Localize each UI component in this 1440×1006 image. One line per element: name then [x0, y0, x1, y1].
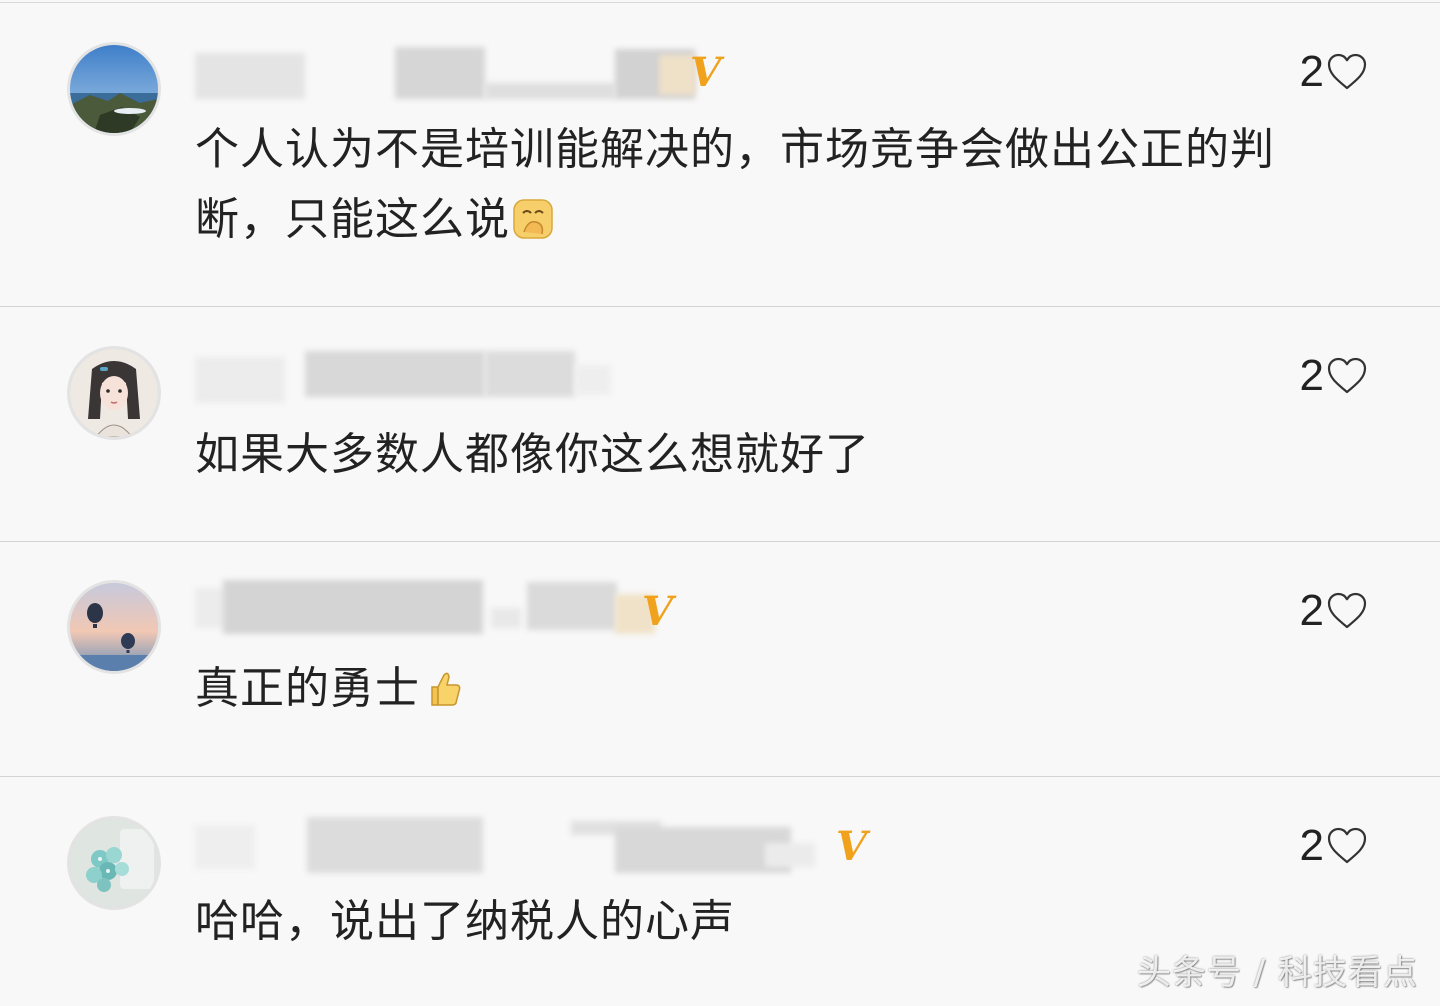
heart-icon[interactable]: [1326, 356, 1368, 396]
comment-body: 哈哈，说出了纳税人的心声: [195, 896, 735, 947]
like-control[interactable]: 2: [1300, 49, 1368, 95]
heart-icon[interactable]: [1326, 826, 1368, 866]
like-count: 2: [1299, 586, 1324, 635]
comment-item: 2 如果大多数人都像你这么想就好了: [0, 307, 1440, 542]
source-watermark: 头条号 / 科技看点: [1136, 953, 1418, 993]
verified-badge: V: [836, 823, 868, 870]
comment-text: 真正的勇士: [195, 654, 1335, 724]
comment-text: 个人认为不是培训能解决的，市场竞争会做出公正的判断，只能这么说: [195, 115, 1335, 255]
user-avatar[interactable]: [70, 583, 158, 671]
username-blurred[interactable]: [195, 43, 735, 99]
username-blurred[interactable]: [195, 817, 885, 873]
heart-icon[interactable]: [1326, 591, 1368, 631]
like-control[interactable]: 2: [1300, 353, 1368, 399]
flowers-icon: [70, 819, 158, 907]
username-blurred[interactable]: [195, 578, 685, 634]
like-count: 2: [1299, 351, 1324, 400]
comment-list-page: V 2 个人认为不是培训能解决的，市场竞争会做出公正的判断，只能这么说 2 如果…: [0, 0, 1440, 1006]
verified-badge: V: [642, 588, 674, 635]
comment-body: 个人认为不是培训能解决的，市场竞争会做出公正的判断，只能这么说: [195, 124, 1275, 245]
comment-text: 如果大多数人都像你这么想就好了: [195, 420, 1335, 490]
thumbs-up-icon: [422, 667, 464, 709]
comment-item: V 2 个人认为不是培训能解决的，市场竞争会做出公正的判断，只能这么说: [0, 3, 1440, 307]
verified-badge: V: [690, 49, 722, 96]
comment-body: 真正的勇士: [195, 663, 420, 714]
like-control[interactable]: 2: [1300, 823, 1368, 869]
user-avatar[interactable]: [70, 45, 158, 133]
face-with-hand-over-mouth-icon: [512, 198, 554, 240]
heart-icon[interactable]: [1326, 52, 1368, 92]
user-avatar[interactable]: [70, 349, 158, 437]
comment-item: V 2 真正的勇士: [0, 542, 1440, 777]
username-blurred[interactable]: [195, 351, 615, 407]
comment-body: 如果大多数人都像你这么想就好了: [195, 429, 870, 480]
like-control[interactable]: 2: [1300, 588, 1368, 634]
like-count: 2: [1299, 821, 1324, 870]
hot-air-balloons-icon: [70, 583, 158, 671]
illustrated-girl-icon: [70, 349, 158, 437]
user-avatar[interactable]: [70, 819, 158, 907]
like-count: 2: [1299, 47, 1324, 96]
coastal-landscape-icon: [70, 45, 158, 133]
